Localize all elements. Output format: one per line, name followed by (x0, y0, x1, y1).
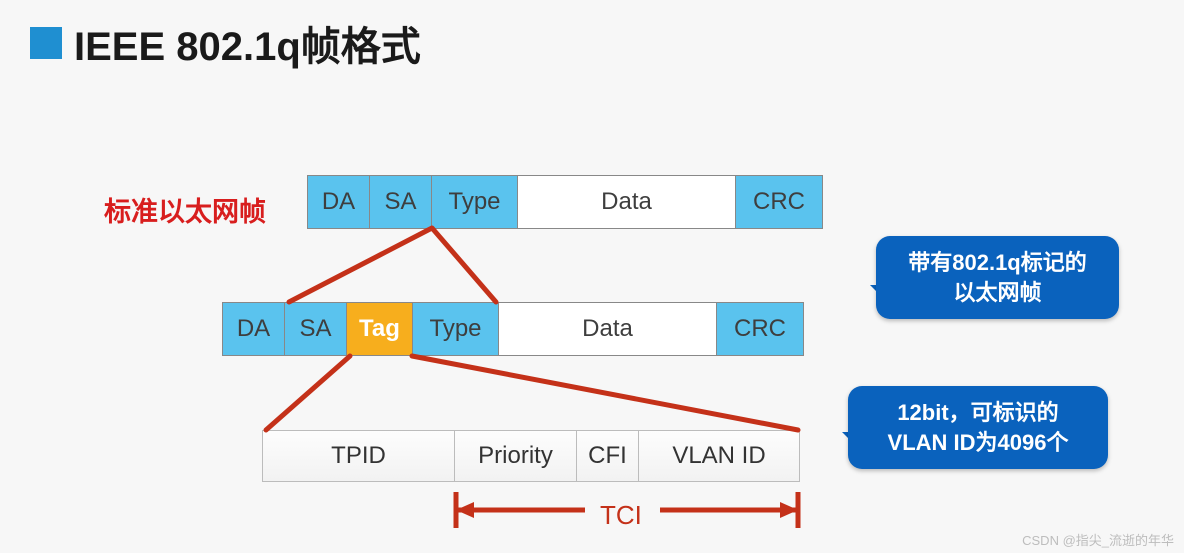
field-priority: Priority (454, 430, 576, 482)
callout-2-line2: VLAN ID为4096个 (868, 428, 1088, 458)
field-crc-2: CRC (717, 303, 803, 355)
tagged-ethernet-frame: DA SA Tag Type Data CRC (222, 302, 804, 356)
field-tag: Tag (347, 303, 413, 355)
field-cfi: CFI (576, 430, 638, 482)
callout-vlanid: 12bit，可标识的 VLAN ID为4096个 (848, 386, 1108, 469)
tci-label: TCI (600, 500, 642, 531)
title-row: IEEE 802.1q帧格式 (0, 0, 1184, 72)
field-sa-2: SA (285, 303, 347, 355)
bullet-icon (30, 27, 62, 59)
field-data: Data (518, 176, 736, 228)
callout-1-line2: 以太网帧 (896, 278, 1099, 308)
page-title: IEEE 802.1q帧格式 (74, 14, 421, 72)
field-sa: SA (370, 176, 432, 228)
field-vlanid: VLAN ID (638, 430, 800, 482)
callout-2-line1: 12bit，可标识的 (868, 398, 1088, 428)
field-da-2: DA (223, 303, 285, 355)
tag-subfields: TPID Priority CFI VLAN ID (262, 430, 800, 482)
callout-tagged-frame: 带有802.1q标记的 以太网帧 (876, 236, 1119, 319)
field-data-2: Data (499, 303, 717, 355)
watermark: CSDN @指尖_流逝的年华 (1022, 530, 1174, 549)
field-da: DA (308, 176, 370, 228)
standard-frame-label: 标准以太网帧 (104, 190, 266, 229)
standard-ethernet-frame: DA SA Type Data CRC (307, 175, 823, 229)
field-type-2: Type (413, 303, 499, 355)
field-tpid: TPID (262, 430, 454, 482)
field-crc: CRC (736, 176, 822, 228)
callout-1-line1: 带有802.1q标记的 (896, 248, 1099, 278)
field-type: Type (432, 176, 518, 228)
